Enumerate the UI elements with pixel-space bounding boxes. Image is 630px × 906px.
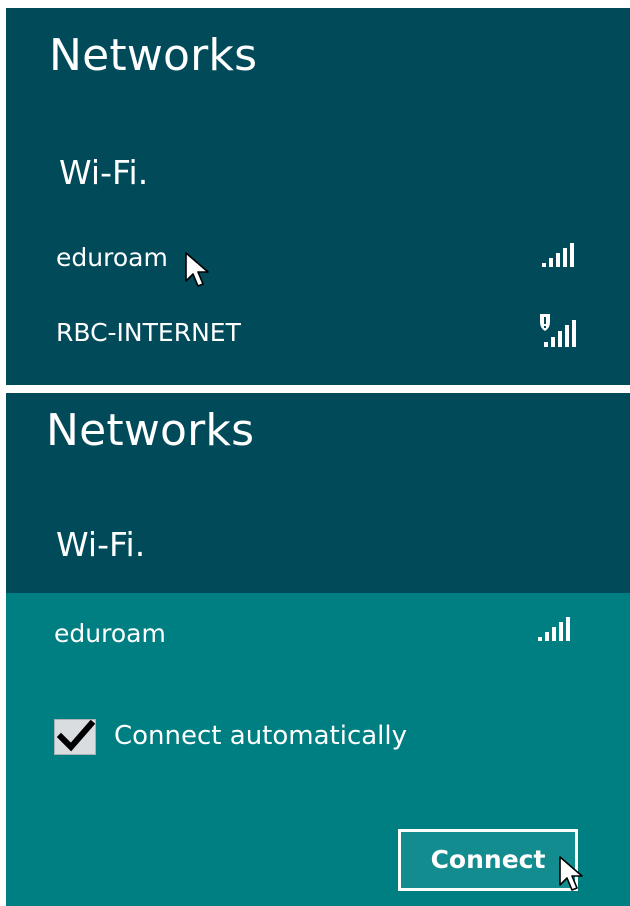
connect-automatically-label: Connect automatically — [114, 721, 408, 751]
connect-automatically-checkbox[interactable] — [54, 719, 96, 755]
wifi-signal-icon — [538, 617, 570, 641]
wifi-section-header: Wi-Fi. — [56, 525, 146, 564]
network-name: RBC-INTERNET — [56, 318, 241, 347]
connect-button[interactable]: Connect — [398, 829, 578, 891]
wifi-section-header: Wi-Fi. — [59, 153, 149, 192]
mouse-cursor-icon — [185, 252, 209, 287]
wifi-signal-icon — [542, 243, 574, 267]
panel-title: Networks — [46, 405, 255, 456]
networks-panel-bottom: Networks Wi-Fi. eduroam Connect automati… — [6, 393, 630, 906]
mouse-cursor-icon — [559, 856, 583, 891]
network-name: eduroam — [54, 619, 166, 648]
checkmark-icon — [57, 720, 95, 752]
panel-title: Networks — [49, 30, 258, 81]
networks-panel-top: Networks Wi-Fi. eduroam RBC-INTERNET — [6, 8, 630, 385]
network-item-eduroam-selected[interactable]: eduroam Connect automatically Connect — [6, 593, 630, 906]
network-name: eduroam — [56, 243, 168, 272]
wifi-signal-warning-icon — [540, 314, 576, 347]
